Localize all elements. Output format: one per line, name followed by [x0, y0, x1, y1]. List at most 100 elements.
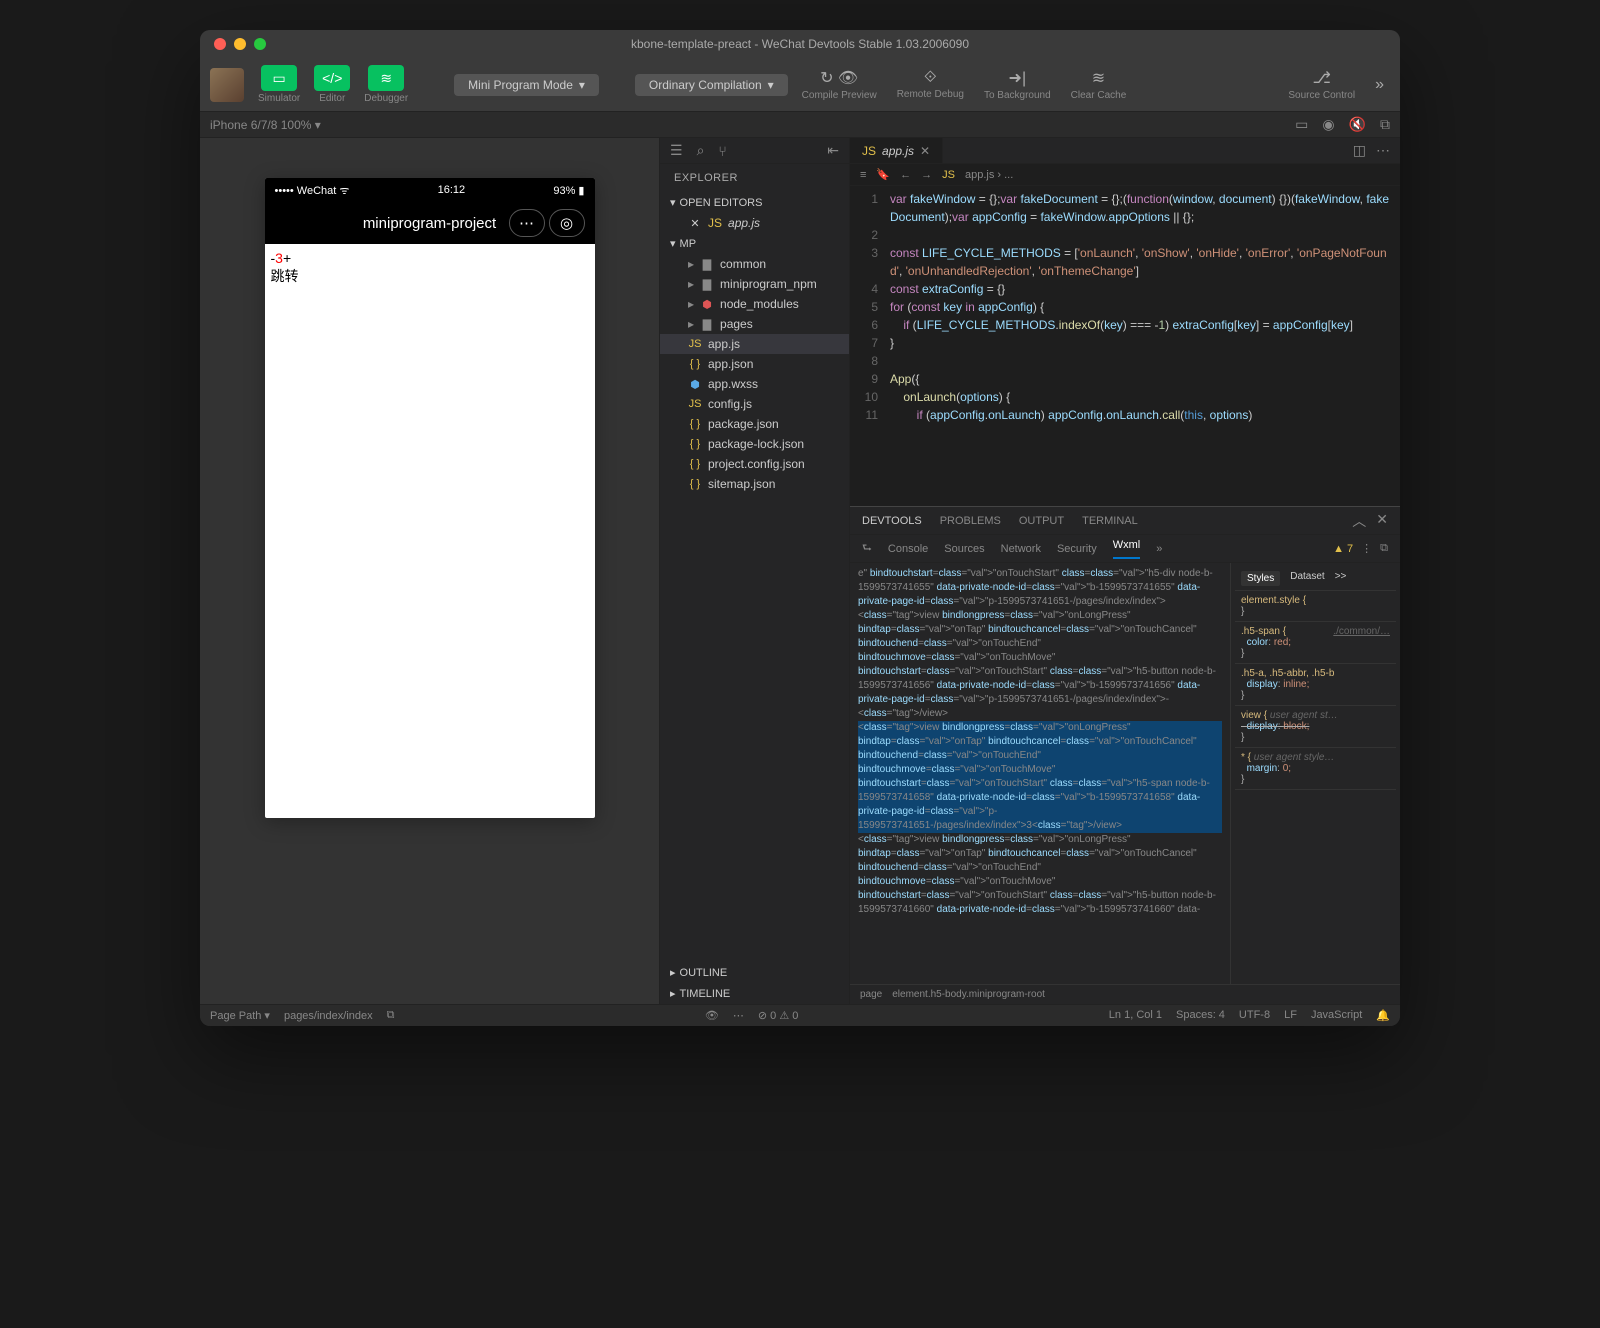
more-icon[interactable]: ⋯	[733, 1009, 744, 1022]
devtools-footer: page element.h5-body.miniprogram-root	[850, 984, 1400, 1004]
remote-debug-button[interactable]: ⟐Remote Debug	[891, 69, 970, 100]
root-folder[interactable]: ▾ MP	[660, 233, 849, 254]
eol[interactable]: LF	[1284, 1009, 1297, 1022]
style-rule[interactable]: view { user agent st… display: block;}	[1235, 706, 1396, 748]
page-path-label[interactable]: Page Path ▾	[210, 1009, 270, 1022]
outline-section[interactable]: ▸ OUTLINE	[660, 962, 849, 983]
tree-item[interactable]: { } package-lock.json	[660, 434, 849, 454]
more-subtab[interactable]: >>	[1335, 571, 1347, 586]
tree-item[interactable]: ▸ ▇ miniprogram_npm	[660, 274, 849, 294]
record-icon[interactable]: ◉	[1322, 116, 1334, 133]
dock-icon[interactable]: ⧉	[1380, 542, 1388, 555]
language[interactable]: JavaScript	[1311, 1009, 1362, 1022]
preview-icon[interactable]: 👁	[705, 1009, 719, 1022]
forward-icon[interactable]: →	[921, 169, 932, 181]
style-rule[interactable]: * { user agent style… margin: 0;}	[1235, 748, 1396, 790]
phone-body[interactable]: -3+ 跳转	[265, 244, 595, 292]
style-rule[interactable]: .h5-a, .h5-abbr, .h5-b display: inline;}	[1235, 664, 1396, 706]
simulator-button[interactable]: ▭Simulator	[258, 65, 300, 104]
toolbar: ▭Simulator </>Editor ≋Debugger Mini Prog…	[200, 58, 1400, 112]
code-editor[interactable]: 1var fakeWindow = {};var fakeDocument = …	[850, 186, 1400, 506]
debugger-button[interactable]: ≋Debugger	[364, 65, 408, 104]
close-icon[interactable]: ✕	[1376, 511, 1388, 531]
tree-item[interactable]: { } app.json	[660, 354, 849, 374]
simulator-panel: ••••• WeChat ᯤ 16:12 93% ▮ miniprogram-p…	[200, 138, 660, 1004]
security-tab[interactable]: Security	[1057, 543, 1097, 555]
source-control-button[interactable]: ⎇Source Control	[1282, 68, 1361, 101]
toggle-icon[interactable]: ≡	[860, 169, 866, 181]
tree-item[interactable]: ⬢ app.wxss	[660, 374, 849, 394]
copy-icon[interactable]: ⧉	[1380, 116, 1390, 133]
indent[interactable]: Spaces: 4	[1176, 1009, 1225, 1022]
network-tab[interactable]: Network	[1001, 543, 1041, 555]
list-icon[interactable]: ☰	[670, 142, 683, 159]
styles-subtab[interactable]: Styles	[1241, 571, 1280, 586]
minimize-icon[interactable]	[234, 38, 246, 50]
problems-tab[interactable]: PROBLEMS	[940, 515, 1001, 527]
output-tab[interactable]: OUTPUT	[1019, 515, 1064, 527]
maximize-icon[interactable]	[254, 38, 266, 50]
branch-icon[interactable]: ⑂	[718, 143, 726, 159]
element-picker-icon[interactable]: ⮑	[862, 539, 872, 558]
more-icon[interactable]: »	[1369, 76, 1390, 94]
dataset-subtab[interactable]: Dataset	[1290, 571, 1324, 586]
terminal-tab[interactable]: TERMINAL	[1082, 515, 1138, 527]
capsule-menu-icon[interactable]: ⋯	[509, 209, 545, 237]
inspector-tabs: ⮑ Console Sources Network Security Wxml …	[850, 535, 1400, 563]
bell-icon[interactable]: 🔔	[1376, 1009, 1390, 1022]
tree-item[interactable]: JS config.js	[660, 394, 849, 414]
style-rule[interactable]: element.style {}	[1235, 591, 1396, 622]
chevron-up-icon[interactable]: ︿	[1352, 511, 1366, 531]
devtools-tab[interactable]: DEVTOOLS	[862, 515, 922, 527]
sources-tab[interactable]: Sources	[944, 543, 984, 555]
tree-item[interactable]: { } package.json	[660, 414, 849, 434]
traffic-lights	[200, 38, 266, 50]
tree-item[interactable]: ▸ ▇ common	[660, 254, 849, 274]
timeline-section[interactable]: ▸ TIMELINE	[660, 983, 849, 1004]
error-warn[interactable]: ⊘ 0 ⚠ 0	[758, 1009, 798, 1022]
app-window: kbone-template-preact - WeChat Devtools …	[200, 30, 1400, 1026]
window-title: kbone-template-preact - WeChat Devtools …	[631, 37, 969, 51]
devtools-header: DEVTOOLS PROBLEMS OUTPUT TERMINAL ︿ ✕	[850, 507, 1400, 535]
console-tab[interactable]: Console	[888, 543, 928, 555]
bookmark-icon[interactable]: 🔖	[876, 168, 890, 181]
styles-panel: Styles Dataset >> element.style {}.h5-sp…	[1230, 563, 1400, 984]
tree-item[interactable]: ▸ ⬢ node_modules	[660, 294, 849, 314]
split-icon[interactable]: ◫	[1353, 142, 1366, 159]
search-icon[interactable]: ⌕	[697, 142, 705, 159]
more-tabs-icon[interactable]: »	[1156, 543, 1162, 555]
tree-item[interactable]: JS app.js	[660, 334, 849, 354]
to-background-button[interactable]: ➜|To Background	[978, 68, 1057, 101]
compile-preview-button[interactable]: ↻ 👁Compile Preview	[796, 68, 883, 101]
editor-button[interactable]: </>Editor	[314, 65, 350, 104]
tree-item[interactable]: { } sitemap.json	[660, 474, 849, 494]
encoding[interactable]: UTF-8	[1239, 1009, 1270, 1022]
compile-select[interactable]: Ordinary Compilation▾	[635, 74, 788, 96]
avatar[interactable]	[210, 68, 244, 102]
style-rule[interactable]: .h5-span { ./common/… color: red;}	[1235, 622, 1396, 664]
copy-path-icon[interactable]: ⧉	[387, 1009, 395, 1022]
capsule-close-icon[interactable]: ◎	[549, 209, 585, 237]
editor-tabs: JS app.js ✕ ◫ ⋯	[850, 138, 1400, 164]
warning-badge[interactable]: ▲ 7	[1333, 543, 1353, 555]
close-icon[interactable]	[214, 38, 226, 50]
wxml-tree[interactable]: e" bindtouchstart=class="val">"onTouchSt…	[850, 563, 1230, 984]
clear-cache-button[interactable]: ≋Clear Cache	[1065, 68, 1133, 101]
editor-tab[interactable]: JS app.js ✕	[850, 138, 943, 163]
device-icon[interactable]: ▭	[1295, 116, 1308, 133]
mode-select[interactable]: Mini Program Mode▾	[454, 74, 599, 96]
wxml-tab[interactable]: Wxml	[1113, 539, 1141, 559]
device-select[interactable]: iPhone 6/7/8 100% ▾	[210, 118, 321, 132]
close-tab-icon[interactable]: ✕	[920, 144, 930, 158]
tree-item[interactable]: ▸ ▇ pages	[660, 314, 849, 334]
tree-item[interactable]: { } project.config.json	[660, 454, 849, 474]
cursor-pos[interactable]: Ln 1, Col 1	[1109, 1009, 1162, 1022]
more-icon[interactable]: ⋯	[1376, 142, 1390, 159]
collapse-icon[interactable]: ⇤	[827, 142, 839, 159]
back-icon[interactable]: ←	[900, 169, 911, 181]
kebab-icon[interactable]: ⋮	[1361, 542, 1372, 555]
open-editor-file[interactable]: ✕JS app.js	[660, 213, 849, 233]
editor-panel: JS app.js ✕ ◫ ⋯ ≡ 🔖 ← → JSapp.js › ... 1…	[850, 138, 1400, 1004]
open-editors-section[interactable]: ▾ OPEN EDITORS	[660, 192, 849, 213]
mute-icon[interactable]: 🔇	[1349, 116, 1366, 133]
